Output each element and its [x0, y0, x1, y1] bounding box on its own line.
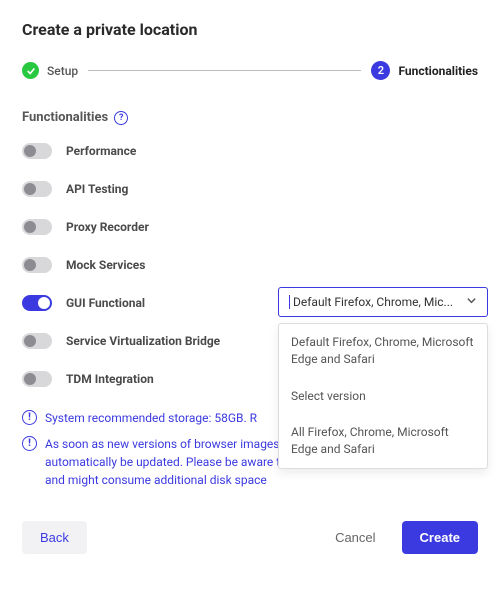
storage-info: System recommended storage: 58GB. R: [45, 409, 257, 427]
browser-select[interactable]: Default Firefox, Chrome, Mic...: [278, 287, 488, 317]
section-title-text: Functionalities: [22, 110, 108, 125]
label-api-testing: API Testing: [66, 182, 128, 196]
label-proxy-recorder: Proxy Recorder: [66, 220, 149, 234]
help-icon[interactable]: ?: [114, 111, 128, 125]
toggle-svb[interactable]: [22, 333, 52, 349]
check-icon: [22, 62, 39, 79]
step1-label: Setup: [47, 64, 78, 78]
browser-dropdown: Default Firefox, Chrome, Microsoft Edge …: [278, 323, 488, 469]
back-button[interactable]: Back: [22, 521, 87, 554]
step2-number: 2: [371, 61, 390, 80]
dropdown-opt3[interactable]: All Firefox, Chrome, Microsoft Edge and …: [279, 414, 487, 468]
toggle-api-testing[interactable]: [22, 181, 52, 197]
dropdown-opt2[interactable]: Select version: [279, 378, 487, 415]
label-performance: Performance: [66, 144, 136, 158]
toggle-performance[interactable]: [22, 143, 52, 159]
step2-label: Functionalities: [398, 64, 478, 78]
toggle-proxy-recorder[interactable]: [22, 219, 52, 235]
toggle-tdm[interactable]: [22, 371, 52, 387]
toggle-mock-services[interactable]: [22, 257, 52, 273]
label-mock-services: Mock Services: [66, 258, 145, 272]
create-button[interactable]: Create: [402, 521, 478, 554]
label-tdm: TDM Integration: [66, 372, 154, 386]
dropdown-opt1[interactable]: Default Firefox, Chrome, Microsoft Edge …: [279, 324, 487, 378]
info-icon: !: [22, 436, 37, 451]
label-gui-functional: GUI Functional: [66, 296, 145, 310]
select-value: Default Firefox, Chrome, Mic...: [289, 295, 460, 309]
toggle-gui-functional[interactable]: [22, 295, 52, 311]
chevron-down-icon: [466, 295, 477, 309]
label-svb: Service Virtualization Bridge: [66, 334, 220, 348]
info-icon: !: [22, 410, 37, 425]
cancel-button[interactable]: Cancel: [317, 521, 393, 554]
page-title: Create a private location: [22, 20, 478, 39]
stepper: Setup 2 Functionalities: [22, 61, 478, 80]
step-connector: [88, 70, 361, 71]
section-title: Functionalities ?: [22, 110, 478, 125]
